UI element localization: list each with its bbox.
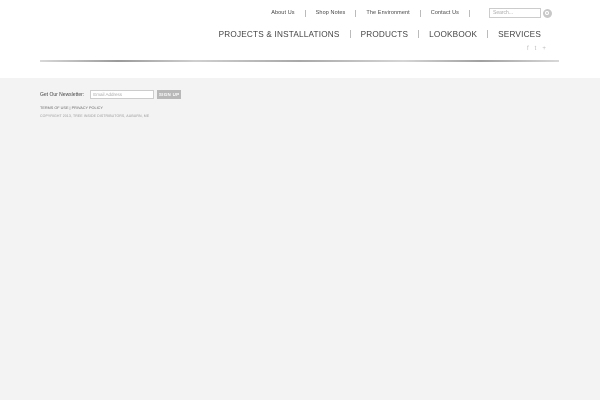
header-divider (40, 60, 559, 62)
search-button[interactable] (543, 8, 552, 18)
terms-of-use-link[interactable]: TERMS OF USE (40, 106, 68, 110)
util-divider (304, 9, 306, 17)
utility-nav: About Us Shop Notes The Environment Cont… (271, 8, 480, 18)
legal-links: TERMS OF USE | PRIVACY POLICY (40, 106, 181, 110)
nav-lookbook[interactable]: LOOKBOOK (429, 30, 477, 39)
main-nav: PROJECTS & INSTALLATIONS PRODUCTS LOOKBO… (219, 28, 541, 40)
newsletter-label: Get Our Newsletter: (40, 91, 85, 98)
nav-services[interactable]: SERVICES (498, 30, 541, 39)
footer: Get Our Newsletter: SIGN UP TERMS OF USE… (40, 90, 182, 118)
facebook-icon[interactable]: f (527, 46, 529, 52)
nav-divider (487, 30, 489, 38)
legal-separator: | (69, 106, 71, 110)
plus-icon[interactable]: + (542, 46, 546, 52)
nav-projects-installations[interactable]: PROJECTS & INSTALLATIONS (219, 30, 340, 39)
nav-divider (418, 30, 420, 38)
privacy-policy-link[interactable]: PRIVACY POLICY (72, 106, 103, 110)
copyright-text: COPYRIGHT 2013, TREE INSIDE DISTRIBUTORS… (40, 114, 150, 118)
search-input[interactable] (489, 8, 541, 18)
nav-divider (349, 30, 351, 38)
util-divider (419, 9, 421, 17)
search-box (489, 8, 552, 18)
twitter-icon[interactable]: t (535, 46, 537, 52)
signup-button[interactable]: SIGN UP (157, 90, 182, 99)
newsletter-email-input[interactable] (90, 90, 155, 99)
nav-products[interactable]: PRODUCTS (361, 30, 409, 39)
header: About Us Shop Notes The Environment Cont… (0, 0, 600, 78)
util-link-contact-us[interactable]: Contact Us (431, 10, 459, 16)
util-link-environment[interactable]: The Environment (366, 10, 409, 16)
newsletter-form: Get Our Newsletter: SIGN UP (40, 90, 182, 99)
util-divider (355, 9, 357, 17)
social-links: f t + (527, 46, 546, 52)
util-link-shop-notes[interactable]: Shop Notes (316, 10, 346, 16)
search-icon (545, 10, 549, 15)
util-divider (469, 9, 470, 17)
util-link-about-us[interactable]: About Us (271, 10, 294, 16)
